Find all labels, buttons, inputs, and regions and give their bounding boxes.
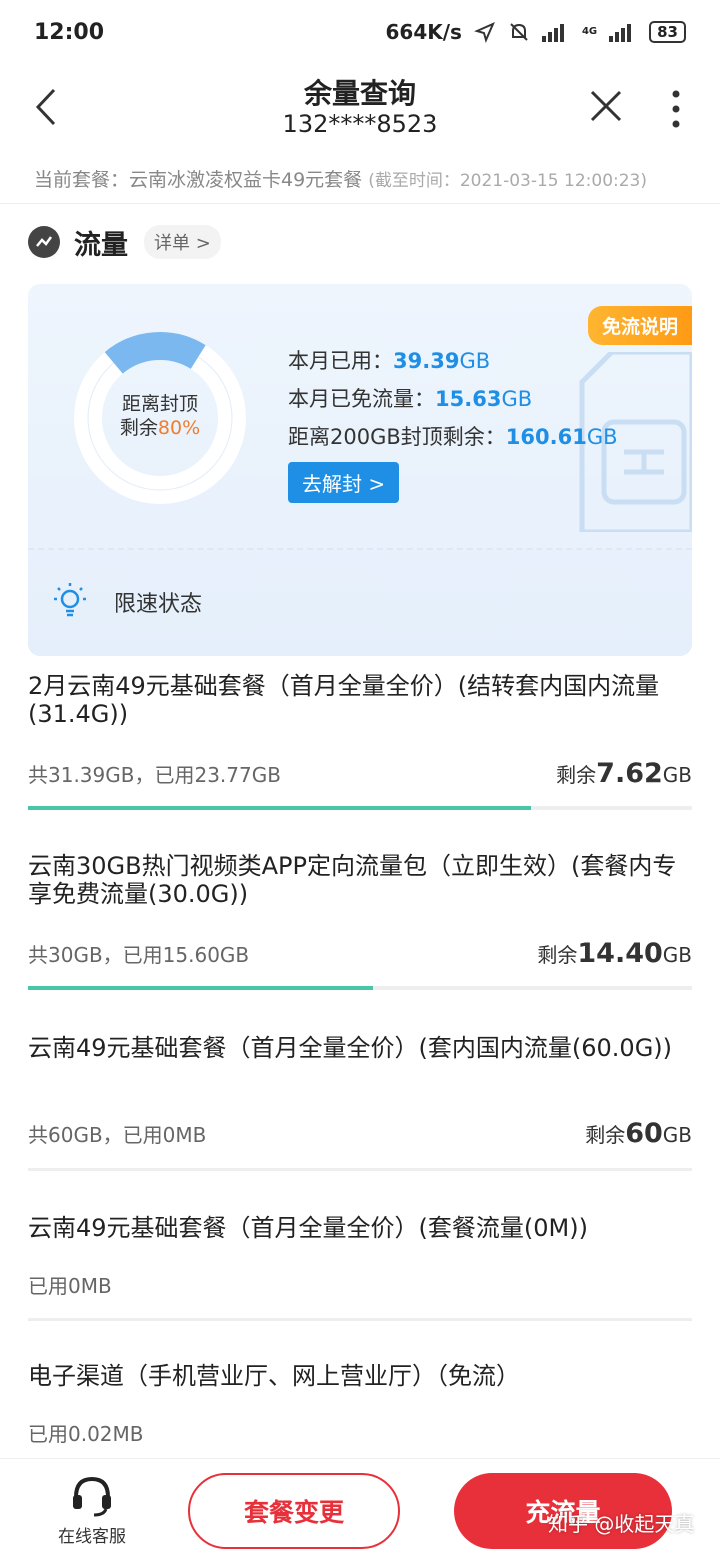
item-remaining-value: 60: [625, 1118, 663, 1149]
close-icon[interactable]: [586, 86, 626, 126]
more-icon[interactable]: [664, 84, 688, 134]
item-summary: 共31.39GB，已用23.77GB: [28, 763, 281, 787]
card-divider: [28, 548, 692, 550]
net-speed: 664K/s: [385, 20, 462, 44]
status-icons: 664K/s 4G 83: [385, 20, 686, 44]
change-plan-button[interactable]: 套餐变更: [188, 1473, 400, 1549]
speed-limit-status[interactable]: 限速状态: [48, 580, 202, 624]
item-name: 云南49元基础套餐（首月全量全价）(套内国内流量(60.0G)): [28, 1034, 673, 1062]
trend-icon: [28, 226, 60, 258]
item-remaining: 剩余14.40GB: [537, 938, 692, 969]
item-name: 电子渠道（手机营业厅、网上营业厅）（免流）: [28, 1362, 520, 1390]
header: 余量查询 132****8523: [0, 64, 720, 150]
item-remaining-label: 剩余: [585, 1123, 626, 1147]
item-row: 共31.39GB，已用23.77GB 剩余7.62GB: [28, 758, 692, 789]
donut-percent: 80%: [157, 417, 201, 439]
section-header: 流量 详单 >: [28, 222, 221, 262]
item-progress-bar: [28, 806, 692, 810]
cap-label: 距离200GB封顶剩余：: [288, 425, 506, 449]
usage-stats: 本月已用：39.39GB 本月已免流量：15.63GB 距离200GB封顶剩余：…: [288, 342, 618, 456]
section-title: 流量: [74, 229, 128, 261]
item-progress-bar: [28, 986, 692, 990]
item-summary: 已用0.02MB: [28, 1422, 144, 1446]
signal-icon: [541, 22, 570, 42]
speed-limit-label: 限速状态: [114, 592, 203, 617]
item-remaining-value: 7.62: [596, 758, 663, 789]
watermark: 知乎 @收起天真: [548, 1512, 695, 1536]
used-unit: GB: [459, 349, 491, 373]
item-progress-fill: [28, 806, 531, 810]
item-summary: 已用0MB: [28, 1274, 112, 1298]
status-bar: 12:00 664K/s 4G 83: [0, 0, 720, 64]
item-remaining: 剩余60GB: [585, 1118, 692, 1149]
summary-card: 免流说明 距离封顶 剩余80% 本月已用：39.39GB 本月已免流量：15.6…: [28, 284, 692, 656]
net-type: 4G: [581, 26, 598, 37]
used-value: 39.39: [393, 349, 460, 373]
free-traffic-badge[interactable]: 免流说明: [587, 306, 692, 345]
item-remaining-label: 剩余: [556, 763, 597, 787]
status-time: 12:00: [34, 19, 105, 45]
item-remaining-unit: GB: [662, 943, 692, 967]
cap-unit: GB: [586, 425, 618, 449]
list-item: 云南49元基础套餐（首月全量全价）(套内国内流量(60.0G)) 共60GB，已…: [28, 1034, 692, 1174]
donut-line1: 距离封顶: [121, 393, 198, 415]
item-row: 已用0.02MB: [28, 1418, 692, 1447]
plan-label: 当前套餐：云南冰激凌权益卡49元套餐: [34, 169, 363, 191]
item-summary: 共60GB，已用0MB: [28, 1123, 207, 1147]
item-remaining-value: 14.40: [577, 938, 663, 969]
item-row: 已用0MB: [28, 1270, 692, 1299]
headset-icon: [73, 1476, 111, 1517]
used-row: 本月已用：39.39GB: [288, 342, 618, 380]
list-item: 云南49元基础套餐（首月全量全价）(套餐流量(0M)) 已用0MB: [28, 1214, 692, 1324]
signal-4g-icon: [609, 22, 637, 42]
item-name: 2月云南49元基础套餐（首月全量全价）(结转套内国内流量(31.4G)): [28, 672, 660, 728]
list-item: 电子渠道（手机营业厅、网上营业厅）（免流） 已用0.02MB: [28, 1362, 692, 1452]
cap-row: 距离200GB封顶剩余：160.61GB: [288, 418, 618, 456]
item-remaining-unit: GB: [662, 763, 692, 787]
item-name: 云南30GB热门视频类APP定向流量包（立即生效）(套餐内专享免费流量(30.0…: [28, 852, 677, 908]
location-icon: [474, 22, 495, 43]
battery-icon: 83: [649, 21, 686, 43]
donut-line2: 剩余: [119, 417, 158, 439]
item-divider: [28, 1318, 692, 1321]
item-progress-fill: [28, 986, 374, 990]
list-item: 云南30GB热门视频类APP定向流量包（立即生效）(套餐内专享免费流量(30.0…: [28, 852, 692, 992]
item-remaining-unit: GB: [662, 1123, 692, 1147]
used-label: 本月已用：: [288, 349, 393, 373]
free-unit: GB: [501, 387, 533, 411]
item-remaining-label: 剩余: [537, 943, 578, 967]
item-name: 云南49元基础套餐（首月全量全价）(套餐流量(0M)): [28, 1214, 588, 1242]
list-item: 2月云南49元基础套餐（首月全量全价）(结转套内国内流量(31.4G)) 共31…: [28, 672, 692, 812]
cap-value: 160.61: [505, 425, 587, 449]
free-value: 15.63: [435, 387, 502, 411]
customer-service-label: 在线客服: [58, 1527, 126, 1547]
bell-muted-icon: [510, 23, 528, 41]
donut-label: 距离封顶 剩余80%: [72, 392, 248, 440]
customer-service-button[interactable]: 在线客服: [44, 1473, 140, 1547]
item-divider: [28, 1168, 692, 1171]
item-row: 共30GB，已用15.60GB 剩余14.40GB: [28, 938, 692, 969]
plan-cutoff: (截至时间：2021-03-15 12:00:23): [368, 171, 648, 191]
free-label: 本月已免流量：: [288, 387, 435, 411]
unblock-button[interactable]: 去解封 >: [288, 462, 400, 503]
item-summary: 共30GB，已用15.60GB: [28, 943, 250, 967]
current-plan: 当前套餐：云南冰激凌权益卡49元套餐 (截至时间：2021-03-15 12:0…: [0, 154, 720, 204]
free-row: 本月已免流量：15.63GB: [288, 380, 618, 418]
lightbulb-icon: [54, 583, 86, 617]
item-row: 共60GB，已用0MB 剩余60GB: [28, 1118, 692, 1149]
item-remaining: 剩余7.62GB: [556, 758, 692, 789]
detail-link[interactable]: 详单 >: [144, 225, 221, 259]
